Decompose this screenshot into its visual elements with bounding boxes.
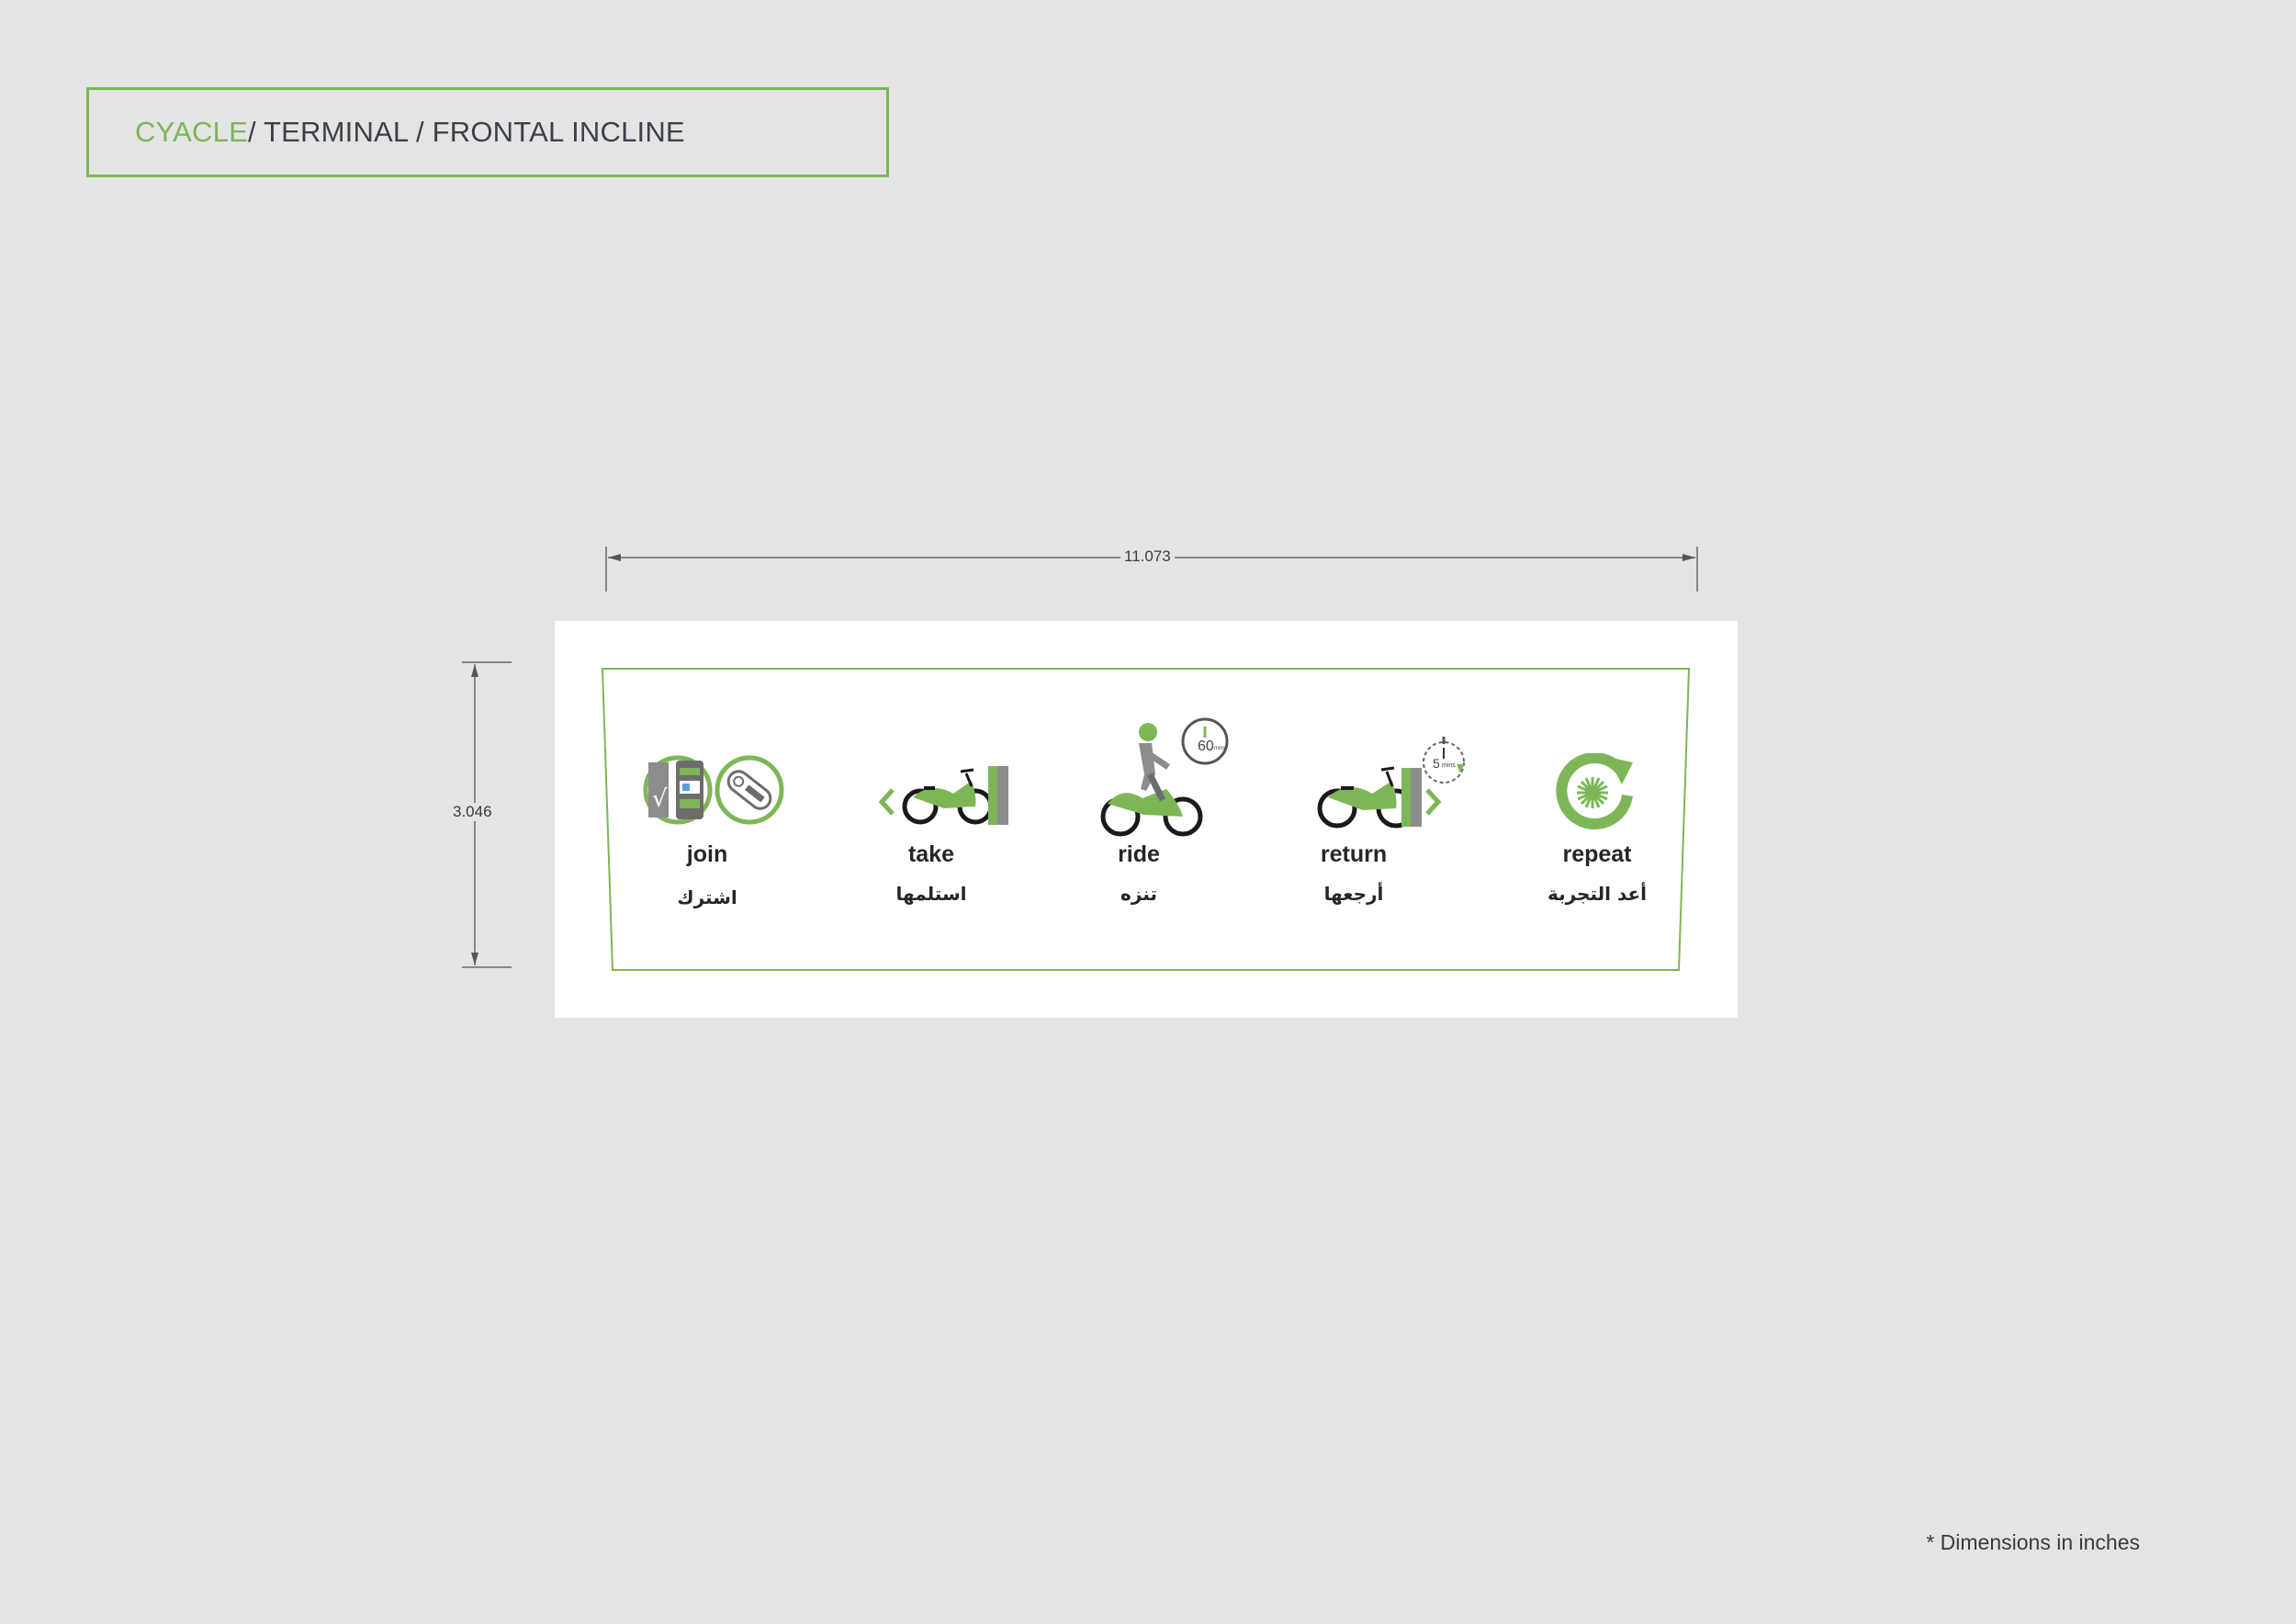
- step-take-arabic: استلمها: [895, 883, 967, 905]
- title-path: / TERMINAL / FRONTAL INCLINE: [247, 116, 685, 148]
- step-ride-arabic: تنزه: [1120, 883, 1157, 905]
- brand-name: CYACLE: [135, 116, 248, 148]
- step-return-arabic: أرجعها: [1323, 883, 1384, 905]
- bike-return-icon: 5 mins: [1317, 737, 1465, 829]
- rider-icon: 60 mins: [1100, 717, 1229, 837]
- width-dimension-label: 11.073: [1120, 547, 1175, 566]
- step-return: return أرجعها: [1262, 841, 1446, 905]
- dimensions-footnote: * Dimensions in inches: [1926, 1530, 2140, 1554]
- step-ride: ride تنزه: [1047, 841, 1231, 905]
- step-join: join اشترك: [615, 841, 799, 908]
- step-take-label: take: [907, 841, 955, 867]
- repeat-icon: [1556, 753, 1633, 829]
- step-return-label: return: [1320, 841, 1388, 867]
- return-badge-unit: mins: [1442, 762, 1456, 769]
- step-repeat: repeat أعد التجربة: [1505, 841, 1689, 905]
- step-join-label: join: [686, 841, 728, 867]
- sign-panel: √ 60 mins 5 mins join اشترك take استلمها…: [555, 621, 1738, 1018]
- ride-badge-unit: mins: [1214, 746, 1226, 751]
- step-repeat-label: repeat: [1562, 841, 1632, 867]
- step-ride-label: ride: [1118, 841, 1160, 867]
- ride-badge-number: 60: [1198, 739, 1214, 754]
- step-join-arabic: اشترك: [677, 886, 737, 908]
- height-dimension-label: 3.046: [449, 803, 496, 821]
- bike-take-icon: [878, 766, 1008, 825]
- step-repeat-arabic: أعد التجربة: [1547, 883, 1648, 905]
- return-badge-number: 5: [1433, 756, 1440, 771]
- card-and-key-icon: √: [643, 755, 784, 825]
- step-take: take استلمها: [839, 841, 1023, 905]
- svg-text:√: √: [652, 785, 668, 813]
- page-title: CYACLE / TERMINAL / FRONTAL INCLINE: [86, 87, 889, 177]
